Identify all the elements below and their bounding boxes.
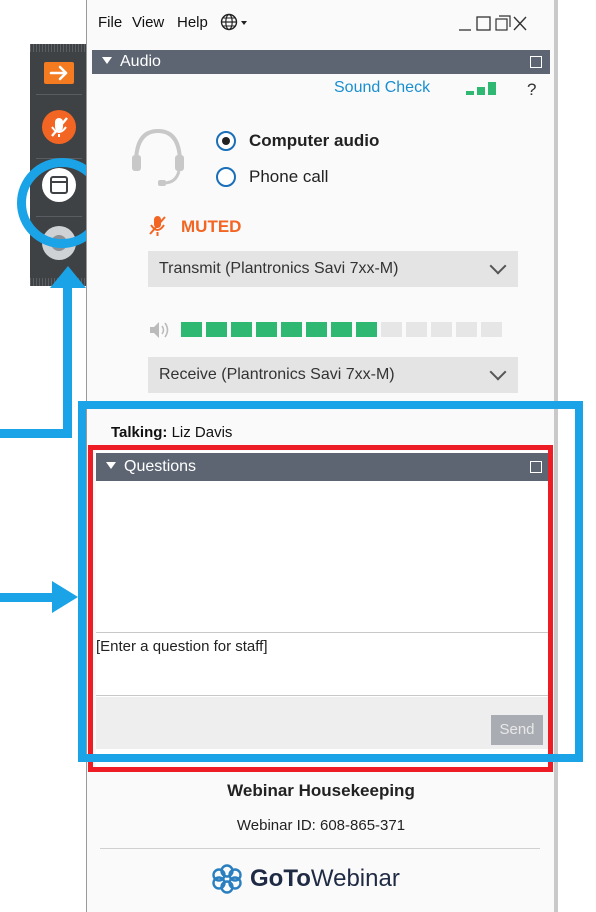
chevron-down-icon bbox=[489, 257, 507, 275]
signal-strength-icon bbox=[466, 82, 496, 95]
computer-audio-label[interactable]: Computer audio bbox=[249, 131, 379, 151]
transmit-device-value: Transmit (Plantronics Savi 7xx-M) bbox=[159, 260, 399, 277]
level-bar bbox=[406, 322, 427, 337]
popout-icon bbox=[495, 18, 508, 31]
popout-icon[interactable] bbox=[530, 56, 542, 68]
receive-device-select[interactable]: Receive (Plantronics Savi 7xx-M) bbox=[148, 357, 518, 393]
language-button[interactable] bbox=[220, 12, 258, 32]
mic-muted-icon bbox=[149, 216, 166, 236]
annotation-red-bottom bbox=[88, 767, 553, 772]
dropdown-caret-icon bbox=[241, 21, 247, 25]
receive-device-value: Receive (Plantronics Savi 7xx-M) bbox=[159, 366, 395, 383]
level-bar bbox=[181, 322, 202, 337]
arrow-right-icon bbox=[49, 65, 68, 81]
maximize-icon bbox=[476, 16, 491, 31]
mic-muted-icon bbox=[51, 117, 68, 137]
globe-icon bbox=[220, 13, 247, 31]
footer-divider bbox=[100, 848, 540, 849]
webinar-id: Webinar ID: 608-865-371 bbox=[236, 817, 406, 834]
brand-bold: GoTo bbox=[250, 865, 311, 892]
level-bar bbox=[356, 322, 377, 337]
level-bar bbox=[306, 322, 327, 337]
audio-header[interactable]: Audio bbox=[92, 50, 550, 74]
level-bar bbox=[206, 322, 227, 337]
level-bar bbox=[281, 322, 302, 337]
window-controls bbox=[459, 15, 527, 31]
speaker-icon bbox=[150, 322, 169, 338]
menu-file[interactable]: File bbox=[98, 14, 122, 31]
level-bar bbox=[231, 322, 252, 337]
collapse-arrow-button[interactable] bbox=[44, 62, 74, 84]
menu-view[interactable]: View bbox=[132, 14, 164, 31]
collapse-triangle-icon bbox=[102, 57, 112, 65]
level-bar bbox=[481, 322, 502, 337]
headset-icon bbox=[132, 128, 184, 186]
computer-audio-radio[interactable] bbox=[216, 131, 236, 151]
level-bar bbox=[331, 322, 352, 337]
level-bar bbox=[431, 322, 452, 337]
annotation-connector-horizontal bbox=[0, 429, 72, 438]
transmit-device-select[interactable]: Transmit (Plantronics Savi 7xx-M) bbox=[148, 251, 518, 287]
phone-call-radio[interactable] bbox=[216, 167, 236, 187]
chevron-down-icon bbox=[489, 363, 507, 381]
arrow-up-icon bbox=[50, 266, 86, 288]
gotowebinar-flower-icon bbox=[212, 864, 242, 894]
brand-light: Webinar bbox=[310, 865, 400, 892]
audio-title: Audio bbox=[120, 53, 161, 70]
annotation-blue-box bbox=[78, 401, 583, 762]
menu-bar: File View Help bbox=[92, 0, 552, 46]
phone-call-label[interactable]: Phone call bbox=[249, 167, 328, 187]
help-icon[interactable]: ? bbox=[527, 80, 536, 100]
level-bar bbox=[456, 322, 477, 337]
menu-help[interactable]: Help bbox=[177, 14, 208, 31]
arrow-right-icon bbox=[52, 581, 78, 613]
footer-title: Webinar Housekeeping bbox=[227, 781, 415, 800]
close-icon bbox=[513, 16, 527, 31]
speaker-level-meter bbox=[181, 322, 511, 337]
mute-toggle-button[interactable] bbox=[42, 110, 76, 144]
toolbar-grip[interactable] bbox=[30, 44, 88, 52]
annotation-arrow-shaft bbox=[0, 593, 54, 602]
level-bar bbox=[256, 322, 277, 337]
sound-check-link[interactable]: Sound Check bbox=[334, 79, 430, 97]
gotowebinar-logo: GoToWebinar bbox=[210, 862, 450, 898]
muted-status: MUTED bbox=[181, 217, 242, 236]
annotation-connector-vertical bbox=[63, 280, 72, 438]
level-bar bbox=[381, 322, 402, 337]
